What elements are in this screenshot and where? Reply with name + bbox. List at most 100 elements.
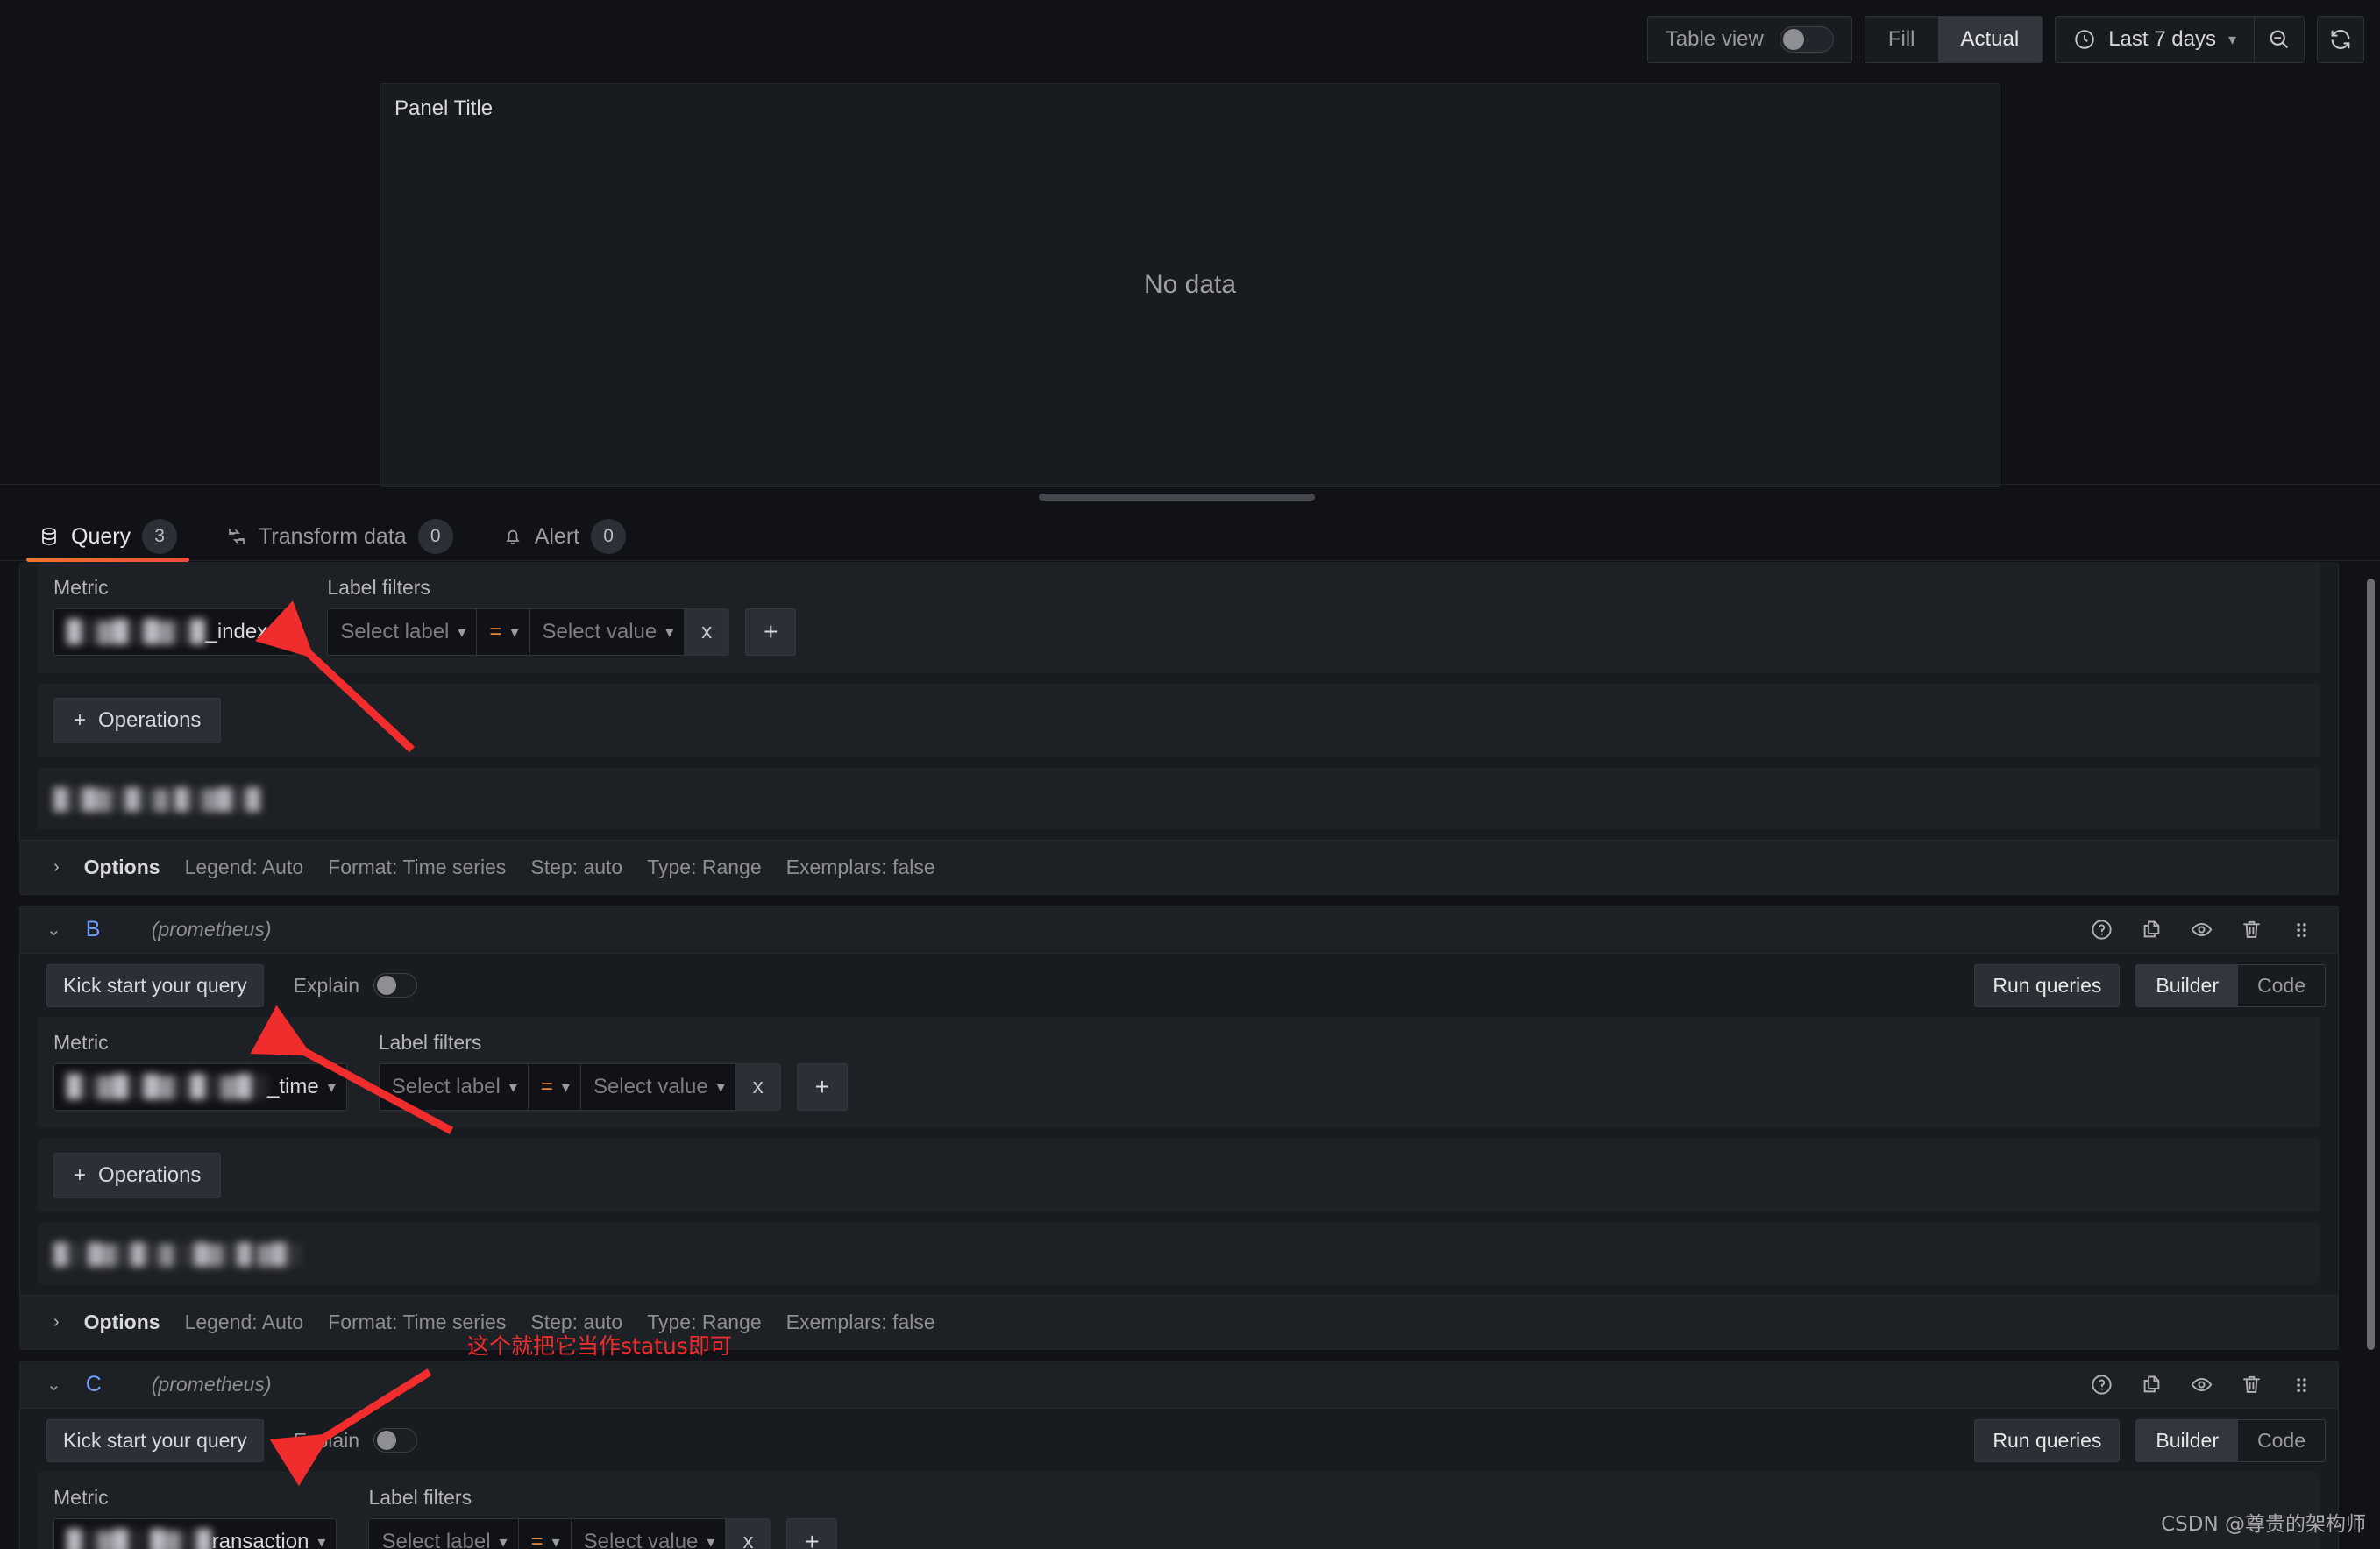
query-c-code-button[interactable]: Code bbox=[2238, 1420, 2325, 1461]
query-editor-scroll-area[interactable]: Metric █░▓█░█▓░█_index ▾ Label filters S… bbox=[0, 562, 2380, 1549]
query-b-option-legend: Legend: Auto bbox=[184, 1311, 304, 1333]
query-c-remove-filter-button[interactable]: x bbox=[726, 1519, 771, 1549]
query-a-operations-button[interactable]: + Operations bbox=[53, 698, 222, 743]
query-b-builder-button[interactable]: Builder bbox=[2136, 964, 2239, 1006]
chevron-down-icon: ▾ bbox=[716, 1077, 725, 1096]
tab-alert-badge: 0 bbox=[591, 519, 627, 554]
query-c-datasource-label: (prometheus) bbox=[151, 1373, 272, 1396]
query-c-metric-group: Metric █░▓█░ █▓░█ransaction ▾ bbox=[53, 1486, 337, 1549]
panel-resize-handle[interactable] bbox=[1039, 494, 1315, 501]
panel-edit-toolbar: Table view Fill Actual Last 7 days ▾ bbox=[0, 0, 2380, 79]
query-b-metric-select[interactable]: █░▓█░█▓░█░▓█░_time ▾ bbox=[53, 1063, 347, 1111]
query-b-drag-handle-icon[interactable] bbox=[2290, 918, 2313, 941]
label-filters-label: Label filters bbox=[378, 1031, 482, 1054]
query-b-select-value[interactable]: Select value ▾ bbox=[581, 1064, 736, 1110]
query-c-select-value[interactable]: Select value ▾ bbox=[572, 1519, 727, 1549]
query-a-select-label[interactable]: Select label ▾ bbox=[328, 609, 478, 655]
query-c-help-icon[interactable] bbox=[2090, 1373, 2114, 1396]
chevron-down-icon: ▾ bbox=[458, 622, 466, 641]
query-c-select-label[interactable]: Select label ▾ bbox=[369, 1519, 519, 1549]
query-b-hide-response-icon[interactable] bbox=[2190, 918, 2213, 941]
query-a-add-filter-button[interactable]: + bbox=[745, 608, 797, 656]
query-b-ref-id[interactable]: B bbox=[86, 917, 152, 942]
query-c-drag-handle-icon[interactable] bbox=[2290, 1373, 2313, 1396]
query-b-expression-preview: █░ █▓░█░▓ ░█▓░█ ▓█░ bbox=[38, 1223, 2320, 1284]
query-b-kick-start-button[interactable]: Kick start your query bbox=[46, 963, 264, 1007]
query-b-run-queries-button[interactable]: Run queries bbox=[1974, 963, 2121, 1007]
query-a-option-legend: Legend: Auto bbox=[184, 856, 304, 878]
actual-button[interactable]: Actual bbox=[1937, 17, 2043, 62]
query-b-option-exemplars: Exemplars: false bbox=[785, 1311, 935, 1333]
query-a-label-filter-row: Select label ▾ = ▾ Select value ▾ x bbox=[327, 608, 730, 656]
chevron-down-icon: ▾ bbox=[707, 1532, 715, 1549]
query-b-add-filter-button[interactable]: + bbox=[796, 1063, 848, 1111]
query-c-add-filter-button[interactable]: + bbox=[786, 1518, 838, 1549]
query-a-metric-select[interactable]: █░▓█░█▓░█_index ▾ bbox=[53, 608, 296, 656]
query-a-operator-select[interactable]: = ▾ bbox=[477, 609, 530, 655]
query-a-remove-filter-button[interactable]: x bbox=[685, 609, 729, 655]
query-b-help-icon[interactable] bbox=[2090, 918, 2114, 941]
query-b-delete-icon[interactable] bbox=[2240, 918, 2263, 941]
fill-button[interactable]: Fill bbox=[1865, 17, 1938, 62]
select-label-placeholder: Select label bbox=[381, 1530, 491, 1549]
query-b-label-filter-row: Select label ▾ = ▾ Select value ▾ x bbox=[378, 1063, 781, 1111]
chevron-right-icon[interactable]: › bbox=[53, 1312, 60, 1332]
query-c-hide-response-icon[interactable] bbox=[2190, 1373, 2213, 1396]
select-value-placeholder: Select value bbox=[583, 1530, 699, 1549]
metric-label: Metric bbox=[53, 1486, 109, 1509]
tab-transform-data[interactable]: Transform data 0 bbox=[207, 513, 472, 561]
query-c-collapse-toggle[interactable]: ⌄ bbox=[46, 1374, 61, 1396]
scale-segment-group: Fill Actual bbox=[1864, 16, 2043, 63]
chevron-right-icon[interactable]: › bbox=[53, 857, 60, 878]
tab-transform-data-badge: 0 bbox=[417, 519, 453, 554]
select-value-placeholder: Select value bbox=[593, 1075, 708, 1098]
chevron-down-icon: ▾ bbox=[499, 1532, 508, 1549]
query-c-run-queries-button[interactable]: Run queries bbox=[1974, 1418, 2121, 1462]
query-a-options-row[interactable]: › Options Legend: Auto Format: Time seri… bbox=[20, 840, 2338, 894]
query-b-explain-switch[interactable] bbox=[373, 973, 418, 998]
bell-icon bbox=[502, 526, 523, 547]
query-b-remove-filter-button[interactable]: x bbox=[735, 1064, 780, 1110]
query-b-operator-select[interactable]: = ▾ bbox=[529, 1064, 581, 1110]
query-b-duplicate-icon[interactable] bbox=[2140, 918, 2163, 941]
chevron-down-icon: ▾ bbox=[561, 1077, 570, 1096]
table-view-toggle-group[interactable]: Table view bbox=[1646, 16, 1852, 63]
refresh-button[interactable] bbox=[2317, 16, 2364, 63]
query-c-delete-icon[interactable] bbox=[2240, 1373, 2263, 1396]
query-b-collapse-toggle[interactable]: ⌄ bbox=[46, 919, 61, 941]
chevron-down-icon: ▾ bbox=[551, 1532, 560, 1549]
query-c-label-filter-row: Select label ▾ = ▾ Select value ▾ x bbox=[368, 1518, 771, 1549]
query-b-header: ⌄ B (prometheus) bbox=[20, 906, 2338, 954]
query-b-options-title: Options bbox=[83, 1311, 160, 1333]
tab-query[interactable]: Query 3 bbox=[19, 513, 196, 562]
table-view-switch[interactable] bbox=[1779, 26, 1834, 53]
panel-title: Panel Title bbox=[394, 96, 494, 120]
query-b-code-button[interactable]: Code bbox=[2238, 965, 2325, 1006]
panel-preview[interactable]: Panel Title No data bbox=[380, 83, 2000, 487]
query-c-explain-switch[interactable] bbox=[373, 1428, 418, 1453]
plus-icon: + bbox=[74, 708, 87, 732]
query-b-select-label[interactable]: Select label ▾ bbox=[380, 1064, 529, 1110]
zoom-out-button[interactable] bbox=[2255, 17, 2304, 62]
chevron-down-icon: ▾ bbox=[317, 1532, 326, 1549]
time-range-picker[interactable]: Last 7 days ▾ bbox=[2056, 17, 2255, 62]
tab-alert[interactable]: Alert 0 bbox=[483, 513, 645, 561]
query-b-metric-filters: Metric █░▓█░█▓░█░▓█░_time ▾ Label filter… bbox=[38, 1017, 2320, 1128]
query-c-ref-id[interactable]: C bbox=[86, 1372, 152, 1397]
grafana-panel-edit-page: Table view Fill Actual Last 7 days ▾ Pan… bbox=[0, 0, 2380, 1549]
query-a-option-type: Type: Range bbox=[647, 856, 762, 878]
query-b-options-row[interactable]: › Options Legend: Auto Format: Time seri… bbox=[20, 1295, 2338, 1349]
query-a-select-value[interactable]: Select value ▾ bbox=[530, 609, 686, 655]
query-c-operator-select[interactable]: = ▾ bbox=[519, 1519, 572, 1549]
zoom-out-icon bbox=[2267, 27, 2291, 52]
query-c-duplicate-icon[interactable] bbox=[2140, 1373, 2163, 1396]
query-b-operations-button[interactable]: + Operations bbox=[53, 1153, 222, 1198]
query-c-header: ⌄ C (prometheus) bbox=[20, 1361, 2338, 1409]
query-c-builder-button[interactable]: Builder bbox=[2136, 1419, 2239, 1461]
query-c-metric-select[interactable]: █░▓█░ █▓░█ransaction ▾ bbox=[53, 1518, 337, 1549]
query-c-kick-start-button[interactable]: Kick start your query bbox=[46, 1418, 264, 1462]
query-a-option-format: Format: Time series bbox=[328, 856, 507, 878]
query-area-vertical-scrollbar[interactable] bbox=[2367, 579, 2375, 1350]
table-view-switch-knob bbox=[1782, 29, 1804, 50]
query-c-toolbar: Kick start your query Explain Run querie… bbox=[20, 1409, 2338, 1472]
